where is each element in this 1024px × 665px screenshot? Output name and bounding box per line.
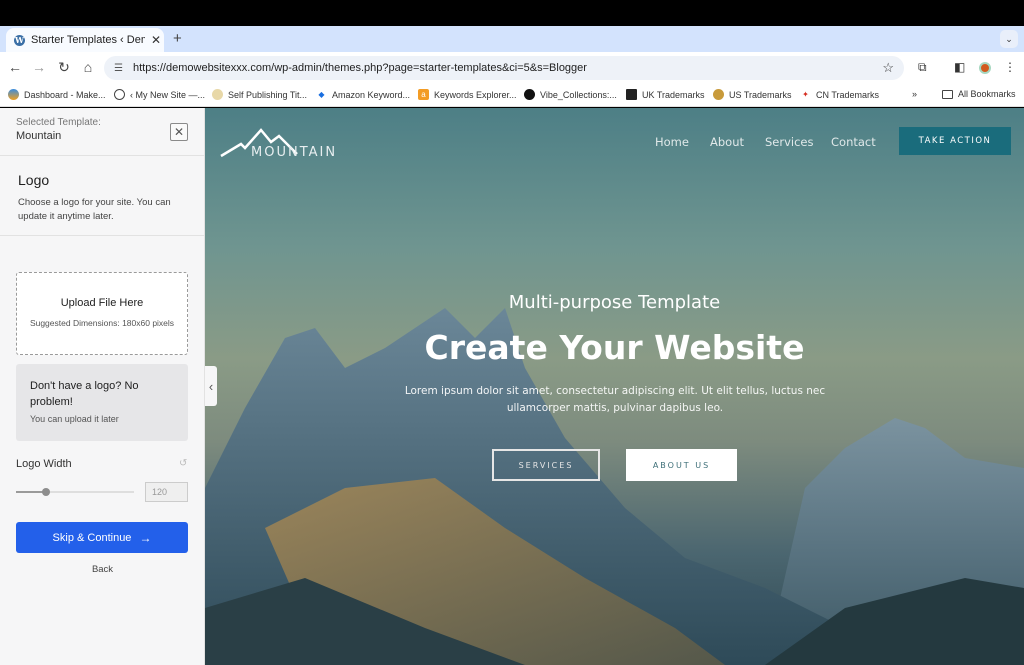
nav-about[interactable]: About (710, 135, 744, 149)
template-setup-sidebar: Selected Template: Mountain ✕ Logo Choos… (0, 108, 205, 665)
reload-icon[interactable]: ↻ (55, 59, 73, 76)
back-arrow-icon[interactable]: ← (6, 59, 24, 75)
new-tab-button[interactable]: + (173, 30, 182, 47)
url-text[interactable]: https://demowebsitexxx.com/wp-admin/them… (133, 62, 587, 74)
vibe-favicon (524, 89, 535, 100)
template-preview: MOUNTAIN Home About Services Contact TAK… (205, 108, 1024, 665)
all-bookmarks-button[interactable]: All Bookmarks (942, 89, 1016, 99)
bookmark-item[interactable]: Dashboard - Make... (8, 89, 106, 100)
slider-thumb[interactable] (41, 488, 50, 496)
wordpress-icon: W (14, 34, 25, 46)
browser-tab-strip: W Starter Templates ‹ Demo Website ✕ (0, 26, 1024, 52)
tab-search-chevron-icon[interactable]: ⌄ (1000, 30, 1018, 48)
globe-icon (114, 89, 125, 100)
forward-arrow-icon[interactable]: → (30, 59, 48, 75)
screen-top-bar (0, 0, 1024, 26)
hero-body: Lorem ipsum dolor sit amet, consectetur … (404, 385, 826, 414)
bookmarks-overflow-button[interactable]: » (912, 89, 917, 99)
divider (0, 235, 205, 236)
bookmark-item[interactable]: ‹ My New Site —... (114, 89, 205, 100)
browser-toolbar: ← → ↻ ⌂ ☰ https://demowebsitexxx.com/wp-… (0, 52, 1024, 84)
uk-trademarks-favicon (626, 89, 637, 100)
address-bar[interactable]: ☰ https://demowebsitexxx.com/wp-admin/th… (104, 56, 904, 80)
publishing-favicon (212, 89, 223, 100)
section-title: Logo (18, 172, 50, 188)
bookmark-item[interactable]: Vibe_Collections:... (524, 89, 617, 100)
selected-template-name: Mountain (16, 130, 62, 142)
no-logo-notice: Don't have a logo? No problem! You can u… (16, 364, 188, 441)
close-icon[interactable]: ✕ (170, 123, 188, 141)
profile-avatar[interactable] (979, 62, 991, 74)
nav-home[interactable]: Home (655, 135, 689, 149)
upload-title: Upload File Here (60, 297, 144, 309)
bookmark-item[interactable]: ◆ Amazon Keyword... (316, 89, 410, 100)
arrow-right-icon: → (139, 530, 152, 545)
side-panel-icon[interactable]: ◧ (954, 60, 965, 74)
collapse-sidebar-chevron-icon[interactable]: ‹ (205, 366, 217, 406)
no-logo-title: Don't have a logo? No problem! (30, 380, 139, 408)
dashboard-favicon (8, 89, 19, 100)
services-button[interactable]: SERVICES (492, 449, 600, 481)
site-info-icon[interactable]: ☰ (114, 63, 123, 74)
bookmark-item[interactable]: ✦ CN Trademarks (800, 89, 879, 100)
more-menu-icon[interactable]: ⋮ (1004, 60, 1016, 74)
no-logo-subtitle: You can upload it later (30, 414, 119, 424)
reset-icon[interactable]: ↺ (179, 458, 187, 469)
selected-template-label: Selected Template: (16, 117, 101, 128)
us-trademarks-favicon (713, 89, 724, 100)
section-description: Choose a logo for your site. You can upd… (18, 197, 171, 222)
diamond-favicon: ◆ (318, 90, 325, 99)
hero-subtitle: Multi-purpose Template (508, 292, 721, 313)
about-us-button[interactable]: ABOUT US (626, 449, 737, 481)
bookmark-item[interactable]: US Trademarks (713, 89, 792, 100)
bookmarks-bar: Dashboard - Make... ‹ My New Site —... S… (0, 84, 1024, 107)
tab-title: Starter Templates ‹ Demo Website (31, 34, 145, 46)
ahrefs-favicon: a (418, 89, 429, 100)
bookmark-item[interactable]: UK Trademarks (626, 89, 705, 100)
bookmark-item[interactable]: Self Publishing Tit... (212, 89, 307, 100)
nav-contact[interactable]: Contact (831, 135, 876, 149)
divider (0, 155, 205, 156)
tab-close-icon[interactable]: ✕ (151, 33, 161, 47)
skip-continue-button[interactable]: Skip & Continue → (16, 522, 188, 553)
maple-leaf-favicon: ✦ (802, 90, 809, 99)
extensions-icon[interactable]: ⧉ (918, 60, 927, 75)
browser-tab[interactable]: W Starter Templates ‹ Demo Website ✕ (6, 28, 164, 52)
skip-continue-label: Skip & Continue (52, 531, 132, 544)
back-link[interactable]: Back (0, 564, 205, 575)
bookmark-star-icon[interactable]: ☆ (882, 60, 894, 76)
brand-name: MOUNTAIN (251, 145, 338, 160)
logo-width-input[interactable]: 120 (145, 482, 188, 502)
nav-services[interactable]: Services (765, 135, 814, 149)
home-icon[interactable]: ⌂ (79, 59, 97, 75)
folder-icon (942, 89, 953, 99)
logo-upload-dropzone[interactable]: Upload File Here Suggested Dimensions: 1… (16, 272, 188, 355)
bookmark-item[interactable]: a Keywords Explorer... (418, 89, 517, 100)
upload-hint: Suggested Dimensions: 180x60 pixels (29, 318, 175, 328)
take-action-button[interactable]: TAKE ACTION (899, 127, 1011, 155)
hero-title: Create Your Website (424, 328, 805, 367)
logo-width-label: Logo Width (16, 458, 72, 470)
logo-width-slider[interactable] (16, 488, 134, 496)
